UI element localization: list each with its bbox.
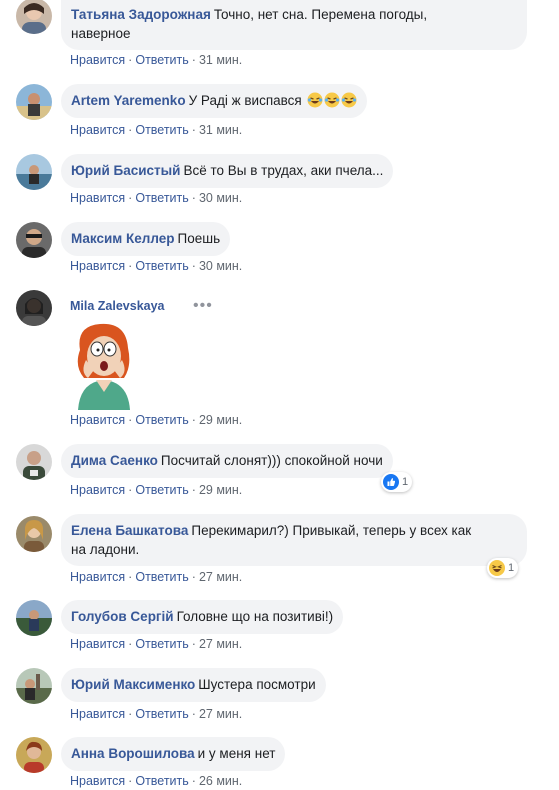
like-link[interactable]: Нравится (70, 707, 125, 721)
avatar[interactable] (16, 600, 52, 636)
reply-link[interactable]: Ответить (135, 191, 188, 205)
reply-link[interactable]: Ответить (135, 483, 188, 497)
comment-time[interactable]: 29 мин. (199, 483, 242, 497)
comment-author[interactable]: Елена Башкатова (71, 523, 188, 538)
comment-bubble: Юрий Басистый Всё то Вы в трудах, аки пче… (61, 154, 394, 188)
rofl-emoji (341, 92, 356, 108)
comment-bubble: Елена Башкатова Перекимарил?) Привыкай, т… (61, 514, 527, 566)
avatar[interactable] (16, 668, 52, 704)
like-link[interactable]: Нравится (70, 570, 125, 584)
avatar[interactable] (16, 444, 52, 480)
rofl-emoji (324, 92, 339, 108)
comment-author[interactable]: Дима Саенко (71, 453, 158, 468)
comment-actions: Нравится · Ответить · 30 мин. (70, 259, 243, 273)
comment-actions: Нравится · Ответить · 29 мин. (70, 413, 243, 427)
comment-actions: Нравится · Ответить · 27 мин. (70, 637, 243, 651)
avatar[interactable] (16, 737, 52, 773)
reply-link[interactable]: Ответить (135, 774, 188, 788)
comment-text: наверное (71, 26, 131, 41)
like-link[interactable]: Нравится (70, 637, 125, 651)
like-link[interactable]: Нравится (70, 413, 125, 427)
comment-bubble: Анна Ворошилова и у меня нет (61, 737, 286, 771)
comment-time[interactable]: 27 мин. (199, 637, 242, 651)
avatar[interactable] (16, 84, 52, 120)
comment-author[interactable]: Artem Yaremenko (71, 93, 186, 108)
avatar[interactable] (16, 290, 52, 326)
comment-time[interactable]: 30 мин. (199, 259, 242, 273)
comment-text: Точно, нет сна. Перемена погоды, (213, 7, 428, 22)
comment-author[interactable]: Mila Zalevskaya (70, 299, 165, 313)
reply-link[interactable]: Ответить (135, 123, 188, 137)
comment-actions: Нравится · Ответить · 27 мин. (70, 570, 243, 584)
comment-text: Поешь (177, 231, 221, 246)
reply-link[interactable]: Ответить (135, 413, 188, 427)
like-link[interactable]: Нравится (70, 259, 125, 273)
comment-author[interactable]: Татьяна Задорожная (71, 7, 211, 22)
reaction-number: 1 (402, 476, 409, 488)
comment-actions: Нравится · Ответить · 26 мин. (70, 774, 243, 788)
reply-link[interactable]: Ответить (135, 637, 188, 651)
comment-time[interactable]: 31 мин. (199, 53, 242, 67)
comment-bubble: Artem Yaremenko У Раді ж виспався (61, 84, 367, 118)
comment-bubble: Максим Келлер Поешь (61, 222, 231, 256)
reply-link[interactable]: Ответить (135, 707, 188, 721)
comment-bubble: Дима Саенко Посчитай слонят))) спокойной … (61, 444, 393, 478)
reply-link[interactable]: Ответить (135, 53, 188, 67)
comment-time[interactable]: 29 мин. (199, 413, 242, 427)
comment-actions: Нравится · Ответить · 29 мин. (70, 483, 243, 497)
comment-author[interactable]: Голубов Сергій (71, 609, 174, 624)
comment-actions: Нравится · Ответить · 31 мин. (70, 123, 243, 137)
reply-link[interactable]: Ответить (135, 259, 188, 273)
comment-author[interactable]: Юрий Басистый (71, 163, 180, 178)
comment-author[interactable]: Максим Келлер (71, 231, 175, 246)
comment-actions: Нравится · Ответить · 30 мин. (70, 191, 243, 205)
reaction-number: 1 (508, 562, 515, 574)
comment-author[interactable]: Анна Ворошилова (71, 746, 195, 761)
like-icon (383, 474, 399, 490)
comment-text: Головне що на позитиві!) (176, 609, 334, 624)
like-link[interactable]: Нравится (70, 774, 125, 788)
comment-time[interactable]: 31 мин. (199, 123, 242, 137)
comment-text: и у меня нет (197, 746, 276, 761)
avatar[interactable] (16, 516, 52, 552)
comment-text: на ладони. (71, 542, 140, 557)
comment-bubble: Голубов Сергій Головне що на позитиві!) (61, 600, 344, 634)
cartoon-woman-sticker[interactable] (66, 320, 140, 410)
comment-time[interactable]: 27 мин. (199, 707, 242, 721)
comment-text: Перекимарил?) Привыкай, теперь у всех ка… (191, 523, 472, 538)
reply-link[interactable]: Ответить (135, 570, 188, 584)
comment-time[interactable]: 26 мин. (199, 774, 242, 788)
comment-bubble: Татьяна Задорожная Точно, нет сна. Переме… (61, 0, 527, 50)
comment-time[interactable]: 27 мин. (199, 570, 242, 584)
comment-text: Шустера посмотри (198, 677, 316, 692)
avatar[interactable] (16, 154, 52, 190)
comment-actions: Нравится · Ответить · 31 мин. (70, 53, 243, 67)
like-link[interactable]: Нравится (70, 123, 125, 137)
comment-author[interactable]: Юрий Максименко (71, 677, 195, 692)
like-link[interactable]: Нравится (70, 483, 125, 497)
comment-text: У Раді ж виспався (188, 93, 302, 108)
comment-actions: Нравится · Ответить · 27 мин. (70, 707, 243, 721)
reaction-count[interactable]: 1 (381, 472, 413, 492)
like-link[interactable]: Нравится (70, 53, 125, 67)
reaction-count[interactable]: 1 (487, 558, 519, 578)
more-options-icon[interactable]: ••• (193, 297, 213, 315)
comment-time[interactable]: 30 мин. (199, 191, 242, 205)
comment-text: Посчитай слонят))) спокойной ночи (160, 453, 383, 468)
haha-icon (489, 560, 505, 576)
avatar[interactable] (16, 222, 52, 258)
rofl-emoji (307, 92, 322, 108)
avatar[interactable] (16, 0, 52, 34)
comment-bubble: Юрий Максименко Шустера посмотри (61, 668, 326, 702)
comment-text: Всё то Вы в трудах, аки пчела... (183, 163, 384, 178)
like-link[interactable]: Нравится (70, 191, 125, 205)
